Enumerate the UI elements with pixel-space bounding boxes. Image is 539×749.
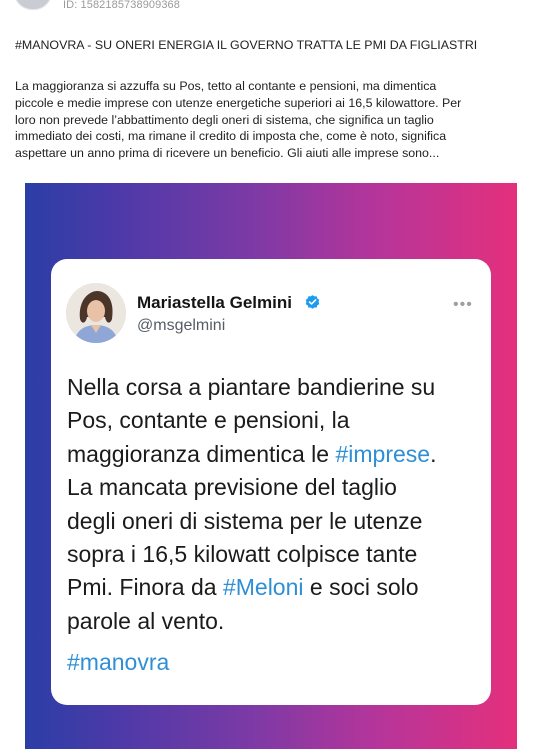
post-media-image[interactable]: Mariastella Gelmini @msgelmini ••• Nella…	[25, 183, 517, 749]
tweet-text-line: La mancata previsione del taglio	[67, 474, 397, 501]
post-body-line: aspettare un anno prima di ricevere un b…	[15, 146, 440, 161]
post-body-line: La maggioranza si azzuffa su Pos, tetto …	[15, 79, 437, 93]
tweet-text-line: Pos, contante e pensioni, la	[67, 407, 350, 434]
tweet-text-line: Nella corsa a piantare bandierine su	[67, 374, 436, 400]
tweet-text-line: Pmi. Finora da #Meloni e soci solo	[67, 574, 419, 601]
tweet-author-handle: @msgelmini	[137, 317, 226, 334]
post-body-line: immediato dei costi, ma rimane il credit…	[15, 129, 447, 144]
verified-badge-icon	[305, 295, 320, 309]
post-id: ID: 1582185738909368	[63, 0, 180, 11]
author-avatar[interactable]	[14, 0, 52, 10]
hashtag-imprese: #imprese	[335, 440, 431, 467]
tweet-card: Mariastella Gelmini @msgelmini ••• Nella…	[51, 259, 491, 705]
post-body: La maggioranza si azzuffa su Pos, tetto …	[15, 78, 520, 162]
more-options-icon: •••	[453, 296, 473, 313]
tweet-author-avatar	[66, 283, 126, 343]
hashtag-meloni: #Meloni	[222, 574, 304, 601]
tweet-text-line: degli oneri di sistema per le utenze	[67, 507, 423, 534]
tweet-text-line: sopra i 16,5 kilowatt colpisce tante	[67, 541, 418, 568]
tweet-author-name: Mariastella Gelmini	[137, 293, 292, 312]
hashtag-manovra: #manovra	[67, 649, 170, 675]
tweet-text: Nella corsa a piantare bandierine su Pos…	[67, 371, 487, 638]
post-title: #MANOVRA - SU ONERI ENERGIA IL GOVERNO T…	[15, 38, 478, 52]
post-body-line: loro non prevede l’abbattimento degli on…	[15, 112, 434, 127]
post-body-line: piccole e medie imprese con utenze energ…	[15, 95, 462, 110]
tweet-text-line: maggioranza dimentica le #imprese.	[67, 440, 437, 467]
tweet-text-line: parole al vento.	[67, 607, 225, 634]
post-header: ID: 1582185738909368	[0, 0, 539, 14]
